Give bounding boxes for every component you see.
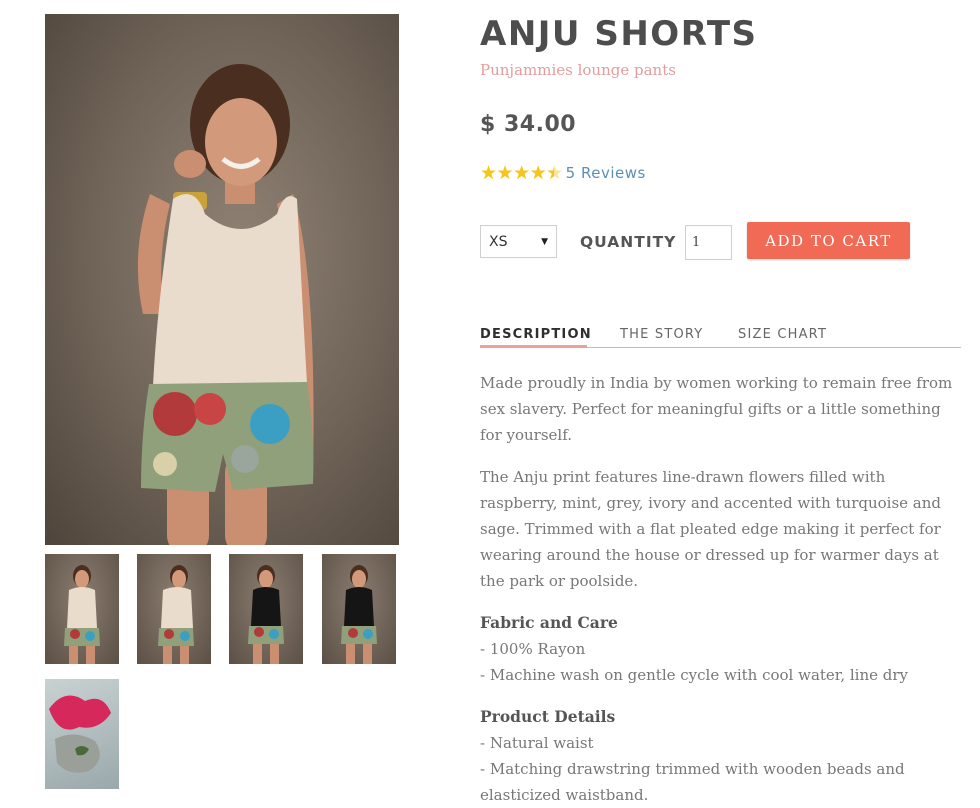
details-item-1: - Natural waist <box>480 734 594 752</box>
description-paragraph-1: Made proudly in India by women working t… <box>480 374 953 444</box>
details-item-2: - Matching drawstring trimmed with woode… <box>480 760 905 804</box>
main-product-photo <box>45 14 399 545</box>
quantity-input[interactable] <box>685 225 732 260</box>
tab-description[interactable]: DESCRIPTION <box>480 327 592 342</box>
product-details-section: Product Details - Natural waist - Matchi… <box>480 704 965 808</box>
fabric-care-heading: Fabric and Care <box>480 613 618 632</box>
thumbnail-4[interactable] <box>322 554 396 664</box>
product-price: $ 34.00 <box>480 112 577 137</box>
thumbnail-1[interactable] <box>45 554 119 664</box>
description-panel: Made proudly in India by women working t… <box>480 370 965 808</box>
thumbnail-fabric-detail[interactable] <box>45 679 119 789</box>
add-to-cart-button[interactable]: ADD TO CART <box>747 222 910 259</box>
fabric-item-1: - 100% Rayon <box>480 640 586 658</box>
product-details-heading: Product Details <box>480 707 616 726</box>
fabric-care-section: Fabric and Care - 100% Rayon - Machine w… <box>480 610 965 688</box>
thumbnail-2[interactable] <box>137 554 211 664</box>
quantity-label: QUANTITY <box>580 233 677 251</box>
description-paragraph-2: The Anju print features line-drawn flowe… <box>480 468 942 590</box>
size-select[interactable]: XS ▼ <box>480 225 557 258</box>
reviews-link[interactable]: 5 Reviews <box>566 164 646 182</box>
thumbnail-3[interactable] <box>229 554 303 664</box>
product-subtitle: Punjammies lounge pants <box>480 61 676 79</box>
product-title: ANJU SHORTS <box>480 14 758 54</box>
dropdown-arrow-icon: ▼ <box>541 236 548 247</box>
rating-stars: ★★★★★ ★★★★★ <box>480 163 563 183</box>
fabric-item-2: - Machine wash on gentle cycle with cool… <box>480 666 909 684</box>
active-tab-indicator <box>480 345 587 348</box>
star-icon-row-filled: ★★★★★ <box>480 163 554 183</box>
size-select-value: XS <box>489 233 508 250</box>
tab-size-chart[interactable]: SIZE CHART <box>738 327 827 342</box>
tab-the-story[interactable]: THE STORY <box>620 327 703 342</box>
product-rating: ★★★★★ ★★★★★ 5 Reviews <box>480 163 646 183</box>
